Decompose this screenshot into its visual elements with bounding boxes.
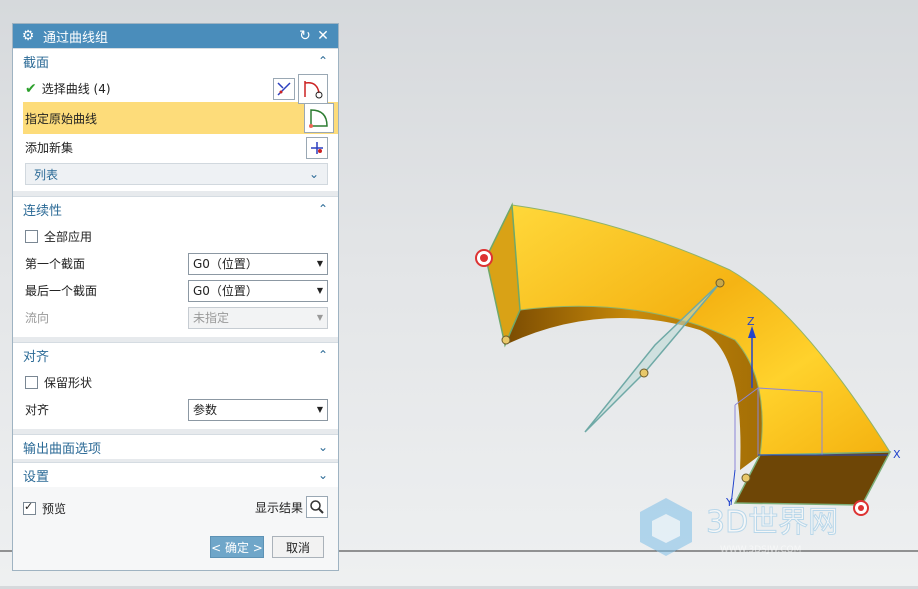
chevron-down-icon[interactable]: ⌄ <box>318 468 328 482</box>
apply-all-checkbox[interactable] <box>25 230 38 243</box>
flow-label: 流向 <box>25 311 50 325</box>
section-header-settings[interactable]: 设置 ⌄ <box>13 462 338 487</box>
list-toggle[interactable]: 列表 ⌄ <box>25 163 328 185</box>
show-result-label: 显示结果 <box>254 500 303 515</box>
section-header-alignment[interactable]: 对齐 ⌃ <box>13 342 338 367</box>
section-header-section[interactable]: 截面 ⌃ <box>13 48 338 73</box>
show-result-button[interactable] <box>306 496 328 518</box>
dropdown-arrow-icon: ▼ <box>316 259 323 268</box>
dropdown-arrow-icon: ▼ <box>316 286 323 295</box>
section-header-output[interactable]: 输出曲面选项 ⌄ <box>13 434 338 459</box>
flow-direction-select: 未指定 ▼ <box>188 306 328 329</box>
align-value: 参数 <box>193 403 218 417</box>
cancel-button[interactable]: 取消 <box>272 536 324 558</box>
x-axis-label: X <box>893 448 901 461</box>
watermark: 3D世界网 WWW.3DSJW.COM <box>636 490 896 570</box>
last-section-label: 最后一个截面 <box>25 284 98 298</box>
z-axis-label: Z <box>747 315 755 328</box>
section-title: 截面 <box>23 55 50 71</box>
preview-row[interactable]: 预览 <box>23 500 66 517</box>
select-curve-label: 选择曲线 (4) <box>41 82 111 96</box>
flow-value: 未指定 <box>193 311 230 325</box>
reverse-direction-button[interactable] <box>273 77 295 100</box>
close-icon[interactable]: ✕ <box>314 28 332 44</box>
settings-title: 设置 <box>23 469 50 485</box>
handle-point <box>501 335 511 345</box>
chevron-up-icon[interactable]: ⌃ <box>318 348 328 362</box>
dropdown-arrow-icon: ▼ <box>316 405 323 414</box>
last-section-select[interactable]: G0（位置） ▼ <box>188 279 328 302</box>
last-section-row: 最后一个截面 G0（位置） ▼ <box>25 277 328 304</box>
chevron-up-icon[interactable]: ⌃ <box>318 54 328 68</box>
dialog-titlebar[interactable]: ⚙ 通过曲线组 ↻ ✕ <box>13 24 338 48</box>
specify-origin-label: 指定原始曲线 <box>25 111 98 126</box>
curve-select-icon <box>304 80 323 98</box>
list-label: 列表 <box>34 167 59 182</box>
alignment-title: 对齐 <box>23 349 50 365</box>
output-title: 输出曲面选项 <box>23 441 102 457</box>
watermark-subtext: WWW.3DSJW.COM <box>720 545 801 555</box>
chevron-down-icon[interactable]: ⌄ <box>318 440 328 454</box>
align-label: 对齐 <box>25 403 50 417</box>
curve-selection-button[interactable] <box>298 73 328 104</box>
dialog-title: 通过曲线组 <box>43 30 109 46</box>
add-new-set-label: 添加新集 <box>25 141 74 155</box>
chevron-up-icon[interactable]: ⌃ <box>318 202 328 216</box>
handle-point <box>741 473 751 483</box>
keep-shape-label: 保留形状 <box>44 376 93 390</box>
add-new-set-row[interactable]: 添加新集 <box>25 134 328 161</box>
control-point <box>480 254 488 262</box>
apply-all-row[interactable]: 全部应用 <box>25 223 328 250</box>
select-curve-row[interactable]: ✔ 选择曲线 (4) <box>25 73 328 104</box>
first-section-row: 第一个截面 G0（位置） ▼ <box>25 250 328 277</box>
gear-icon[interactable]: ⚙ <box>19 28 37 44</box>
cube-logo-icon: 3D世界网 WWW.3DSJW.COM <box>640 498 839 556</box>
loft-dialog[interactable]: ⚙ 通过曲线组 ↻ ✕ 截面 ⌃ ✔ 选择曲线 (4) 指定原始曲线 添加新集 <box>12 23 339 571</box>
watermark-text: 3D世界网 <box>706 505 838 540</box>
align-select[interactable]: 参数 ▼ <box>188 398 328 421</box>
section-header-continuity[interactable]: 连续性 ⌃ <box>13 196 338 221</box>
handle-point <box>639 368 649 378</box>
first-section-value: G0（位置） <box>193 257 258 271</box>
keep-shape-row[interactable]: 保留形状 <box>25 369 328 396</box>
magnifier-icon <box>310 500 324 514</box>
show-result-row: 显示结果 <box>255 496 328 518</box>
continuity-body: 全部应用 第一个截面 G0（位置） ▼ 最后一个截面 G0（位置） ▼ 流向 未… <box>13 221 338 337</box>
flow-direction-row: 流向 未指定 ▼ <box>25 304 328 331</box>
align-row: 对齐 参数 ▼ <box>25 396 328 423</box>
last-section-value: G0（位置） <box>193 284 258 298</box>
origin-curve-icon <box>309 109 328 128</box>
first-section-label: 第一个截面 <box>25 257 86 271</box>
ok-button[interactable]: < 确定 > <box>210 536 264 558</box>
add-set-icon <box>311 141 323 154</box>
reverse-direction-icon <box>277 81 291 96</box>
preview-checkbox[interactable] <box>23 500 36 515</box>
origin-curve-button[interactable] <box>304 103 334 133</box>
handle-point <box>715 278 725 288</box>
specify-origin-curve-row[interactable]: 指定原始曲线 <box>23 102 338 134</box>
section-body: ✔ 选择曲线 (4) 指定原始曲线 添加新集 列表 ⌄ <box>13 73 338 191</box>
keep-shape-checkbox[interactable] <box>25 376 38 389</box>
dialog-footer: 预览 显示结果 < 确定 > 取消 <box>13 492 338 570</box>
apply-all-label: 全部应用 <box>44 230 93 244</box>
dropdown-arrow-icon: ▼ <box>316 313 323 322</box>
preview-label: 预览 <box>42 502 67 516</box>
add-new-set-button[interactable] <box>306 136 328 159</box>
continuity-title: 连续性 <box>23 203 63 219</box>
checkmark-icon: ✔ <box>25 80 37 97</box>
chevron-down-icon[interactable]: ⌄ <box>309 167 319 181</box>
first-section-select[interactable]: G0（位置） ▼ <box>188 252 328 275</box>
alignment-body: 保留形状 对齐 参数 ▼ <box>13 367 338 429</box>
reset-icon[interactable]: ↻ <box>296 28 314 44</box>
